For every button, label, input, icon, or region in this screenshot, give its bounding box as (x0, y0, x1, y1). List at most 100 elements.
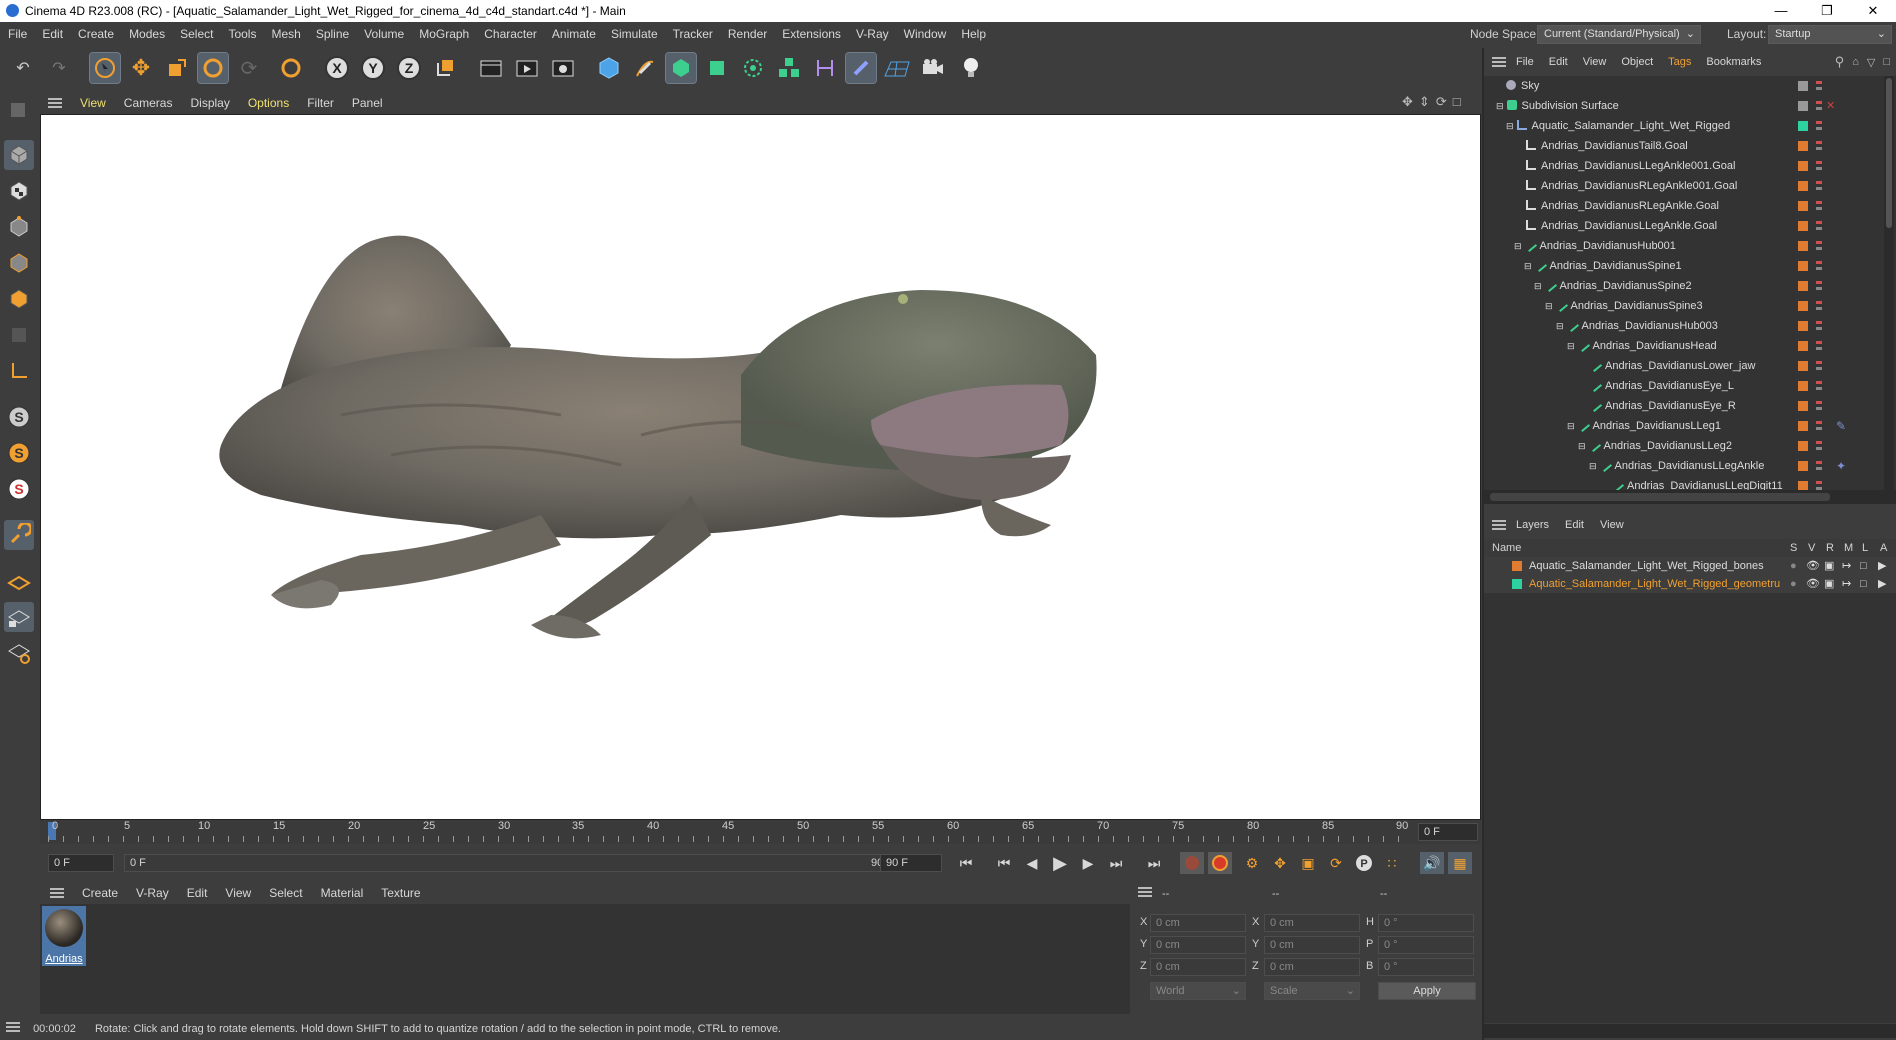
texture-mode-icon[interactable] (4, 176, 34, 206)
model-mode-icon[interactable] (4, 140, 34, 170)
mat-menu-texture[interactable]: Texture (381, 886, 420, 900)
layer-swatch[interactable] (1798, 261, 1808, 271)
move-icon[interactable]: ✥ (126, 53, 156, 83)
menu-render[interactable]: Render (728, 27, 767, 41)
layer-swatch[interactable] (1798, 221, 1808, 231)
close-icon[interactable]: ✕ (1850, 0, 1896, 22)
layer-swatch[interactable] (1798, 441, 1808, 451)
floor-icon[interactable] (882, 53, 912, 83)
layer-col-manager[interactable]: M (1844, 539, 1853, 557)
search-icon[interactable]: ⚲ (1835, 54, 1845, 70)
coordinate-space-select[interactable]: World ⌄ (1150, 982, 1246, 1000)
edges-mode-icon[interactable] (4, 248, 34, 278)
keyframe-selection-icon[interactable]: ⚙ (1240, 852, 1264, 874)
sound-icon[interactable]: 🔊 (1420, 852, 1444, 874)
recent-tool-icon[interactable]: ⟳ (234, 53, 264, 83)
layer-swatch[interactable] (1798, 201, 1808, 211)
scale-key-icon[interactable]: ▣ (1296, 852, 1320, 874)
menu-mesh[interactable]: Mesh (271, 27, 300, 41)
scale-icon[interactable] (162, 53, 192, 83)
solo-dot-icon[interactable]: ● (1790, 575, 1797, 593)
node-space-select[interactable]: Current (Standard/Physical) ⌄ (1537, 25, 1701, 44)
workplane-icon[interactable] (4, 566, 34, 596)
layer-col-animation[interactable]: A (1880, 539, 1887, 557)
menu-window[interactable]: Window (904, 27, 947, 41)
obj-menu-edit[interactable]: Edit (1549, 56, 1568, 68)
light-icon[interactable] (956, 53, 986, 83)
layer-swatch[interactable] (1798, 321, 1808, 331)
frame-range-slider[interactable]: 0 F90 F (124, 854, 900, 872)
mat-menu-material[interactable]: Material (321, 886, 364, 900)
pla-key-icon[interactable]: ∷ (1380, 852, 1404, 874)
mat-menu-select[interactable]: Select (269, 886, 302, 900)
collapse-icon[interactable]: ⊟ (1514, 241, 1522, 251)
cloner-icon[interactable] (774, 53, 804, 83)
animation-icon[interactable]: ▶ (1878, 557, 1886, 575)
layer-swatch[interactable] (1798, 81, 1808, 91)
collapse-icon[interactable]: ⊟ (1567, 341, 1575, 351)
collapse-icon[interactable]: ⊟ (1589, 461, 1597, 471)
autokeying-icon[interactable] (1208, 852, 1232, 874)
toggle-view-icon[interactable]: □ (1453, 94, 1461, 110)
object-row[interactable]: Andrias_DavidianusLLegDigit11 (1484, 476, 1896, 490)
layer-col-render[interactable]: R (1826, 539, 1834, 557)
previous-frame-icon[interactable]: ◀ (1020, 852, 1044, 874)
menu-select[interactable]: Select (180, 27, 213, 41)
camera-icon[interactable] (918, 53, 948, 83)
render-icon[interactable]: ▣ (1824, 557, 1834, 575)
layer-col-view[interactable]: V (1808, 539, 1815, 557)
subdivision-surface-icon[interactable] (665, 52, 697, 84)
zoom-view-icon[interactable]: ⇕ (1419, 94, 1430, 110)
object-row[interactable]: ⊟ Andrias_DavidianusSpine2 (1484, 276, 1896, 296)
layer-swatch[interactable] (1798, 421, 1808, 431)
layer-menu-view[interactable]: View (1600, 519, 1624, 531)
visibility-dots[interactable] (1816, 76, 1822, 490)
object-row[interactable]: Sky (1484, 76, 1896, 96)
menu-create[interactable]: Create (78, 27, 114, 41)
size-z-field[interactable]: 0 cm (1264, 958, 1360, 976)
render-picture-viewer-icon[interactable] (512, 53, 542, 83)
layer-swatch[interactable] (1798, 401, 1808, 411)
size-x-field[interactable]: 0 cm (1264, 914, 1360, 932)
pen-icon[interactable] (630, 53, 660, 83)
rotate-object-icon[interactable] (276, 53, 306, 83)
material-swatch[interactable]: Andrias (42, 906, 86, 966)
scrollbar-thumb[interactable] (1886, 78, 1892, 228)
layer-swatch[interactable] (1798, 141, 1808, 151)
ik-tag-icon[interactable]: ✎ (1836, 416, 1846, 436)
layer-row[interactable]: Aquatic_Salamander_Light_Wet_Rigged_geom… (1484, 575, 1896, 593)
layer-hscrollbar[interactable] (1484, 1024, 1896, 1038)
menu-extensions[interactable]: Extensions (782, 27, 841, 41)
deformer-icon[interactable] (810, 53, 840, 83)
collapse-icon[interactable]: ⊟ (1556, 321, 1564, 331)
eye-icon[interactable]: 👁 (1806, 557, 1820, 575)
menu-volume[interactable]: Volume (364, 27, 404, 41)
polygons-mode-icon[interactable] (4, 284, 34, 314)
animation-icon[interactable]: ▶ (1878, 575, 1886, 593)
layer-swatch[interactable] (1798, 101, 1808, 111)
planar-workplane-icon[interactable] (4, 638, 34, 668)
object-row[interactable]: Andrias_DavidianusEye_L (1484, 376, 1896, 396)
snap-icon[interactable]: S (4, 402, 34, 432)
rotate-icon[interactable] (197, 52, 229, 84)
lock-icon[interactable]: □ (1860, 575, 1867, 593)
object-row[interactable]: ⊟ Andrias_DavidianusLLeg1 (1484, 416, 1896, 436)
menu-mograph[interactable]: MoGraph (419, 27, 469, 41)
menu-tools[interactable]: Tools (228, 27, 256, 41)
layer-swatch[interactable] (1798, 301, 1808, 311)
hamburger-icon[interactable] (1138, 886, 1152, 900)
menu-modes[interactable]: Modes (129, 27, 165, 41)
rotate-view-icon[interactable]: ⟳ (1436, 94, 1447, 110)
end-frame-field[interactable]: 90 F (880, 854, 942, 872)
vp-menu-display[interactable]: Display (190, 96, 229, 110)
layout-select[interactable]: Startup ⌄ (1768, 25, 1892, 44)
layer-swatch[interactable] (1798, 381, 1808, 391)
manager-icon[interactable]: ↦ (1842, 575, 1851, 593)
go-to-end-icon[interactable]: ⏭ (1142, 852, 1166, 874)
scrollbar-thumb[interactable] (1490, 493, 1830, 501)
panel-divider[interactable] (1482, 48, 1484, 1040)
menu-spline[interactable]: Spline (316, 27, 349, 41)
object-row[interactable]: ⊟ Andrias_DavidianusSpine1 (1484, 256, 1896, 276)
vp-menu-panel[interactable]: Panel (352, 96, 383, 110)
start-frame-field[interactable]: 0 F (48, 854, 114, 872)
